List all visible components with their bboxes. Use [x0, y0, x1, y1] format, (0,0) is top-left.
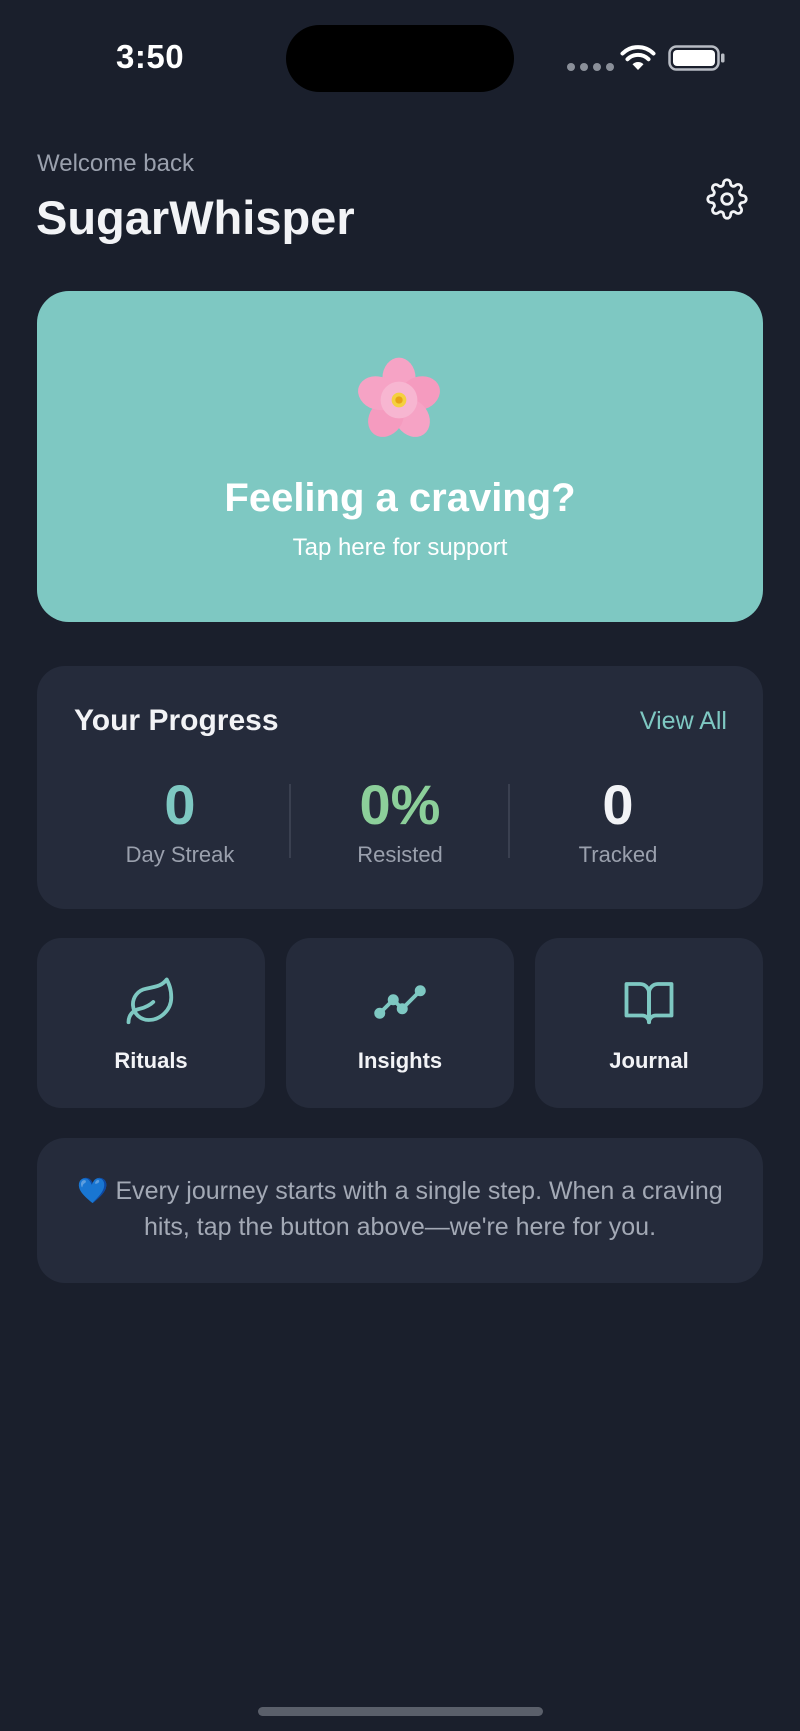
tile-label: Journal [609, 1048, 689, 1073]
blue-heart-icon: 💙 [77, 1177, 109, 1205]
tile-journal[interactable]: Journal [535, 938, 763, 1108]
encouragement-text: Every journey starts with a single step.… [115, 1177, 723, 1241]
tile-label: Insights [357, 1048, 443, 1073]
stat-divider [289, 784, 291, 858]
tile-rituals[interactable]: Rituals [37, 938, 265, 1108]
craving-title: Feeling a craving? [224, 476, 576, 520]
home-screen: 3:50 Welcome back SugarWhisper Feeling a… [0, 0, 800, 1731]
stat-tracked: 0 Tracked [518, 770, 718, 868]
stat-label: Day Streak [125, 842, 235, 867]
tile-label: Rituals [114, 1048, 188, 1073]
app-title: SugarWhisper [36, 191, 355, 244]
stat-value: 0 [164, 773, 196, 836]
progress-title: Your Progress [74, 704, 279, 737]
stat-label: Resisted [357, 842, 443, 867]
open-book-icon [624, 982, 674, 1025]
battery-icon [668, 45, 725, 71]
stat-divider [508, 784, 510, 858]
settings-button[interactable] [704, 176, 750, 222]
gear-icon [706, 178, 748, 220]
stat-value: 0% [359, 773, 441, 836]
home-indicator[interactable] [258, 1707, 543, 1716]
craving-support-button[interactable] [37, 291, 763, 622]
welcome-text: Welcome back [37, 150, 194, 177]
craving-subtitle: Tap here for support [292, 534, 508, 561]
stat-label: Tracked [578, 842, 658, 867]
encouragement-message: 💙 Every journey starts with a single ste… [60, 1173, 740, 1245]
cherry-blossom-icon [358, 357, 440, 437]
leaf-icon [126, 977, 174, 1025]
wifi-icon [620, 45, 656, 70]
cellular-signal-icon [567, 63, 614, 71]
view-all-link[interactable]: View All [600, 707, 727, 736]
stat-resisted: 0% Resisted [300, 770, 500, 868]
dynamic-island [286, 25, 514, 92]
trend-line-icon [374, 985, 426, 1019]
stat-day-streak: 0 Day Streak [80, 770, 280, 868]
stat-value: 0 [602, 773, 634, 836]
tile-insights[interactable]: Insights [286, 938, 514, 1108]
status-time: 3:50 [116, 38, 185, 75]
